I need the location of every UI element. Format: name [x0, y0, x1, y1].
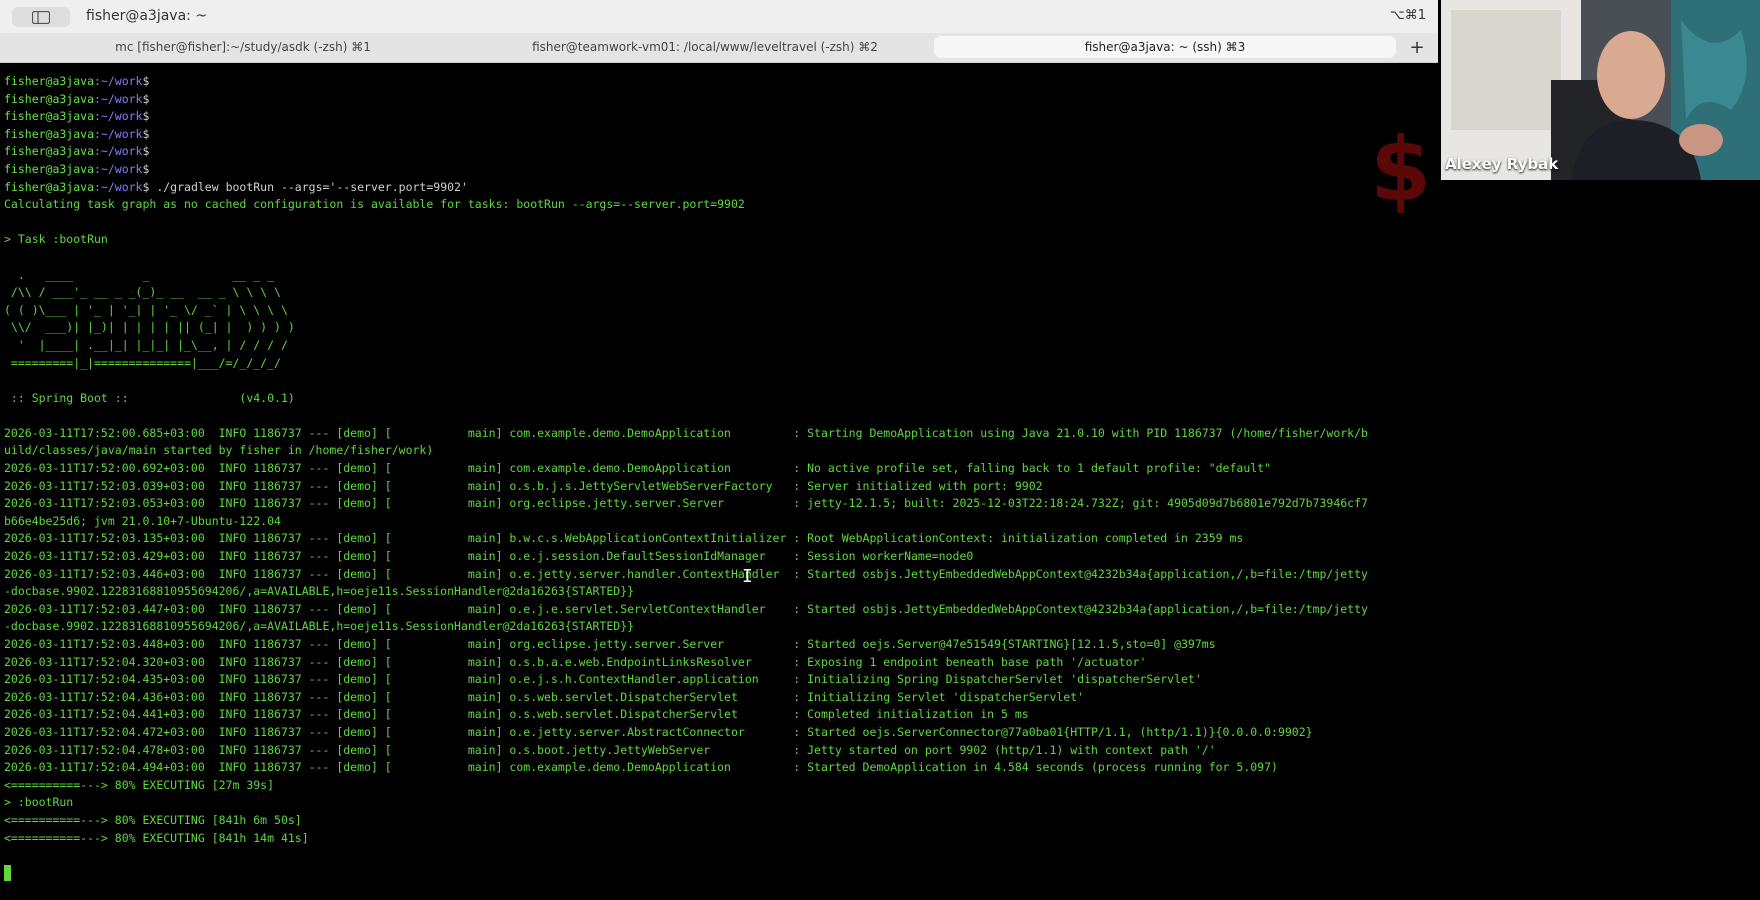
window-shortcut: ⌥⌘1 — [1389, 8, 1426, 23]
spring-banner-line: ' |____| .__|_| |_|_| |_\__, | / / / / — [4, 337, 288, 352]
log-line: 2026-03-11T17:52:03.447+03:00 INFO 11867… — [4, 601, 1368, 616]
log-line: b66e4be25d6; jvm 21.0.10+7-Ubuntu-122.04 — [4, 513, 281, 528]
log-line: 2026-03-11T17:52:03.429+03:00 INFO 11867… — [4, 549, 974, 564]
prompt-line: fisher@a3java:~/work$ — [4, 143, 1434, 161]
log-line: 2026-03-11T17:52:03.446+03:00 INFO 11867… — [4, 566, 1368, 581]
background-dollar-logo: $ — [1370, 118, 1432, 221]
progress-line: <==========---> 80% EXECUTING [841h 6m 5… — [4, 812, 302, 827]
log-line: 2026-03-11T17:52:04.478+03:00 INFO 11867… — [4, 742, 1216, 757]
sidebar-icon — [32, 10, 50, 24]
tab-bar: mc [fisher@fisher]:~/study/asdk (-zsh) ⌘… — [0, 33, 1438, 63]
log-line: 2026-03-11T17:52:04.435+03:00 INFO 11867… — [4, 672, 1202, 687]
log-line: uild/classes/java/main started by fisher… — [4, 443, 434, 458]
prompt-path: :~/work — [94, 126, 143, 141]
spring-version-line: :: Spring Boot :: (v4.0.1) — [4, 390, 295, 405]
tab-a3java[interactable]: fisher@a3java: ~ (ssh) ⌘3 — [934, 36, 1396, 58]
log-line: -docbase.9902.12283168810955694206/,a=AV… — [4, 619, 635, 634]
log-line: 2026-03-11T17:52:03.039+03:00 INFO 11867… — [4, 478, 1043, 493]
progress-line: <==========---> 80% EXECUTING [27m 39s] — [4, 777, 275, 792]
log-line: 2026-03-11T17:52:04.441+03:00 INFO 11867… — [4, 707, 1029, 722]
terminal-cursor — [4, 864, 11, 881]
spring-banner-line: \\/ ___)| |_)| | | | | || (_| | ) ) ) ) — [4, 320, 295, 335]
spring-banner-line: =========|_|==============|___/=/_/_/_/ — [4, 355, 281, 370]
text-cursor-icon: I — [742, 566, 753, 587]
prompt-user: fisher@a3java — [4, 109, 95, 124]
cursor-line — [4, 864, 1434, 883]
prompt-path: :~/work — [94, 144, 143, 159]
prompt-path: :~/work — [94, 109, 143, 124]
tab-mc[interactable]: mc [fisher@fisher]:~/study/asdk (-zsh) ⌘… — [8, 36, 478, 58]
spring-banner-line: . ____ _ __ _ _ — [4, 267, 275, 282]
prompt-path: :~/work — [94, 161, 143, 176]
prompt-user: fisher@a3java — [4, 91, 95, 106]
terminal-output[interactable]: fisher@a3java:~/work$ fisher@a3java:~/wor… — [4, 73, 1434, 893]
title-bar: fisher@a3java: ~ ⌥⌘1 — [0, 0, 1438, 34]
prompt-user: fisher@a3java — [4, 144, 95, 159]
prompt-line: fisher@a3java:~/work$ ./gradlew bootRun … — [4, 179, 1434, 197]
prompt-line: fisher@a3java:~/work$ — [4, 126, 1434, 144]
prompt-command: $ — [142, 109, 150, 124]
task-line: > Task :bootRun — [4, 232, 108, 247]
log-line: 2026-03-11T17:52:04.494+03:00 INFO 11867… — [4, 760, 1278, 775]
log-line: 2026-03-11T17:52:04.472+03:00 INFO 11867… — [4, 724, 1313, 739]
log-line: 2026-03-11T17:52:04.320+03:00 INFO 11867… — [4, 654, 1147, 669]
prompt-command: $ — [142, 144, 150, 159]
tab-teamwork[interactable]: fisher@teamwork-vm01: /local/www/leveltr… — [480, 36, 930, 58]
prompt-command: $ — [142, 161, 150, 176]
prompt-user: fisher@a3java — [4, 161, 95, 176]
calc-line: Calculating task graph as no cached conf… — [4, 197, 745, 212]
prompt-line: fisher@a3java:~/work$ — [4, 73, 1434, 91]
log-line: 2026-03-11T17:52:00.692+03:00 INFO 11867… — [4, 461, 1272, 476]
prompt-command: $ — [142, 91, 150, 106]
participant-video-image — [1441, 0, 1760, 180]
prompt-user: fisher@a3java — [4, 179, 95, 194]
prompt-line: fisher@a3java:~/work$ — [4, 161, 1434, 179]
spring-banner-line: ( ( )\___ | '_ | '_| | '_ \/ _` | \ \ \ … — [4, 302, 288, 317]
log-line: 2026-03-11T17:52:03.053+03:00 INFO 11867… — [4, 496, 1368, 511]
log-line: 2026-03-11T17:52:03.135+03:00 INFO 11867… — [4, 531, 1244, 546]
video-call-tile[interactable]: Alexey Rybak — [1441, 0, 1760, 180]
participant-name: Alexey Rybak — [1445, 155, 1559, 173]
log-line: 2026-03-11T17:52:04.436+03:00 INFO 11867… — [4, 689, 1085, 704]
progress-line: <==========---> 80% EXECUTING [841h 14m … — [4, 830, 309, 845]
sidebar-toggle-button[interactable] — [12, 7, 70, 27]
log-line: 2026-03-11T17:52:03.448+03:00 INFO 11867… — [4, 637, 1216, 651]
bootrun-line: > :bootRun — [4, 795, 74, 810]
prompt-path: :~/work — [94, 179, 143, 194]
prompt-line: fisher@a3java:~/work$ — [4, 91, 1434, 109]
spring-banner-line: /\\ / ___'_ __ _ _(_)_ __ __ _ \ \ \ \ — [4, 285, 281, 300]
prompt-command: $ — [142, 74, 150, 88]
new-tab-button[interactable]: + — [1406, 36, 1428, 58]
prompt-path: :~/work — [94, 91, 143, 106]
prompt-user: fisher@a3java — [4, 126, 95, 141]
log-line: -docbase.9902.12283168810955694206/,a=AV… — [4, 584, 635, 599]
prompt-command: $ — [142, 126, 150, 141]
prompt-user: fisher@a3java — [4, 74, 95, 88]
log-line: 2026-03-11T17:52:00.685+03:00 INFO 11867… — [4, 425, 1368, 440]
window-title: fisher@a3java: ~ — [86, 8, 208, 24]
prompt-command: $ ./gradlew bootRun --args='--server.por… — [142, 179, 468, 194]
prompt-line: fisher@a3java:~/work$ — [4, 108, 1434, 126]
terminal-window: fisher@a3java: ~ ⌥⌘1 mc [fisher@fisher]:… — [0, 0, 1438, 900]
prompt-path: :~/work — [94, 74, 143, 88]
